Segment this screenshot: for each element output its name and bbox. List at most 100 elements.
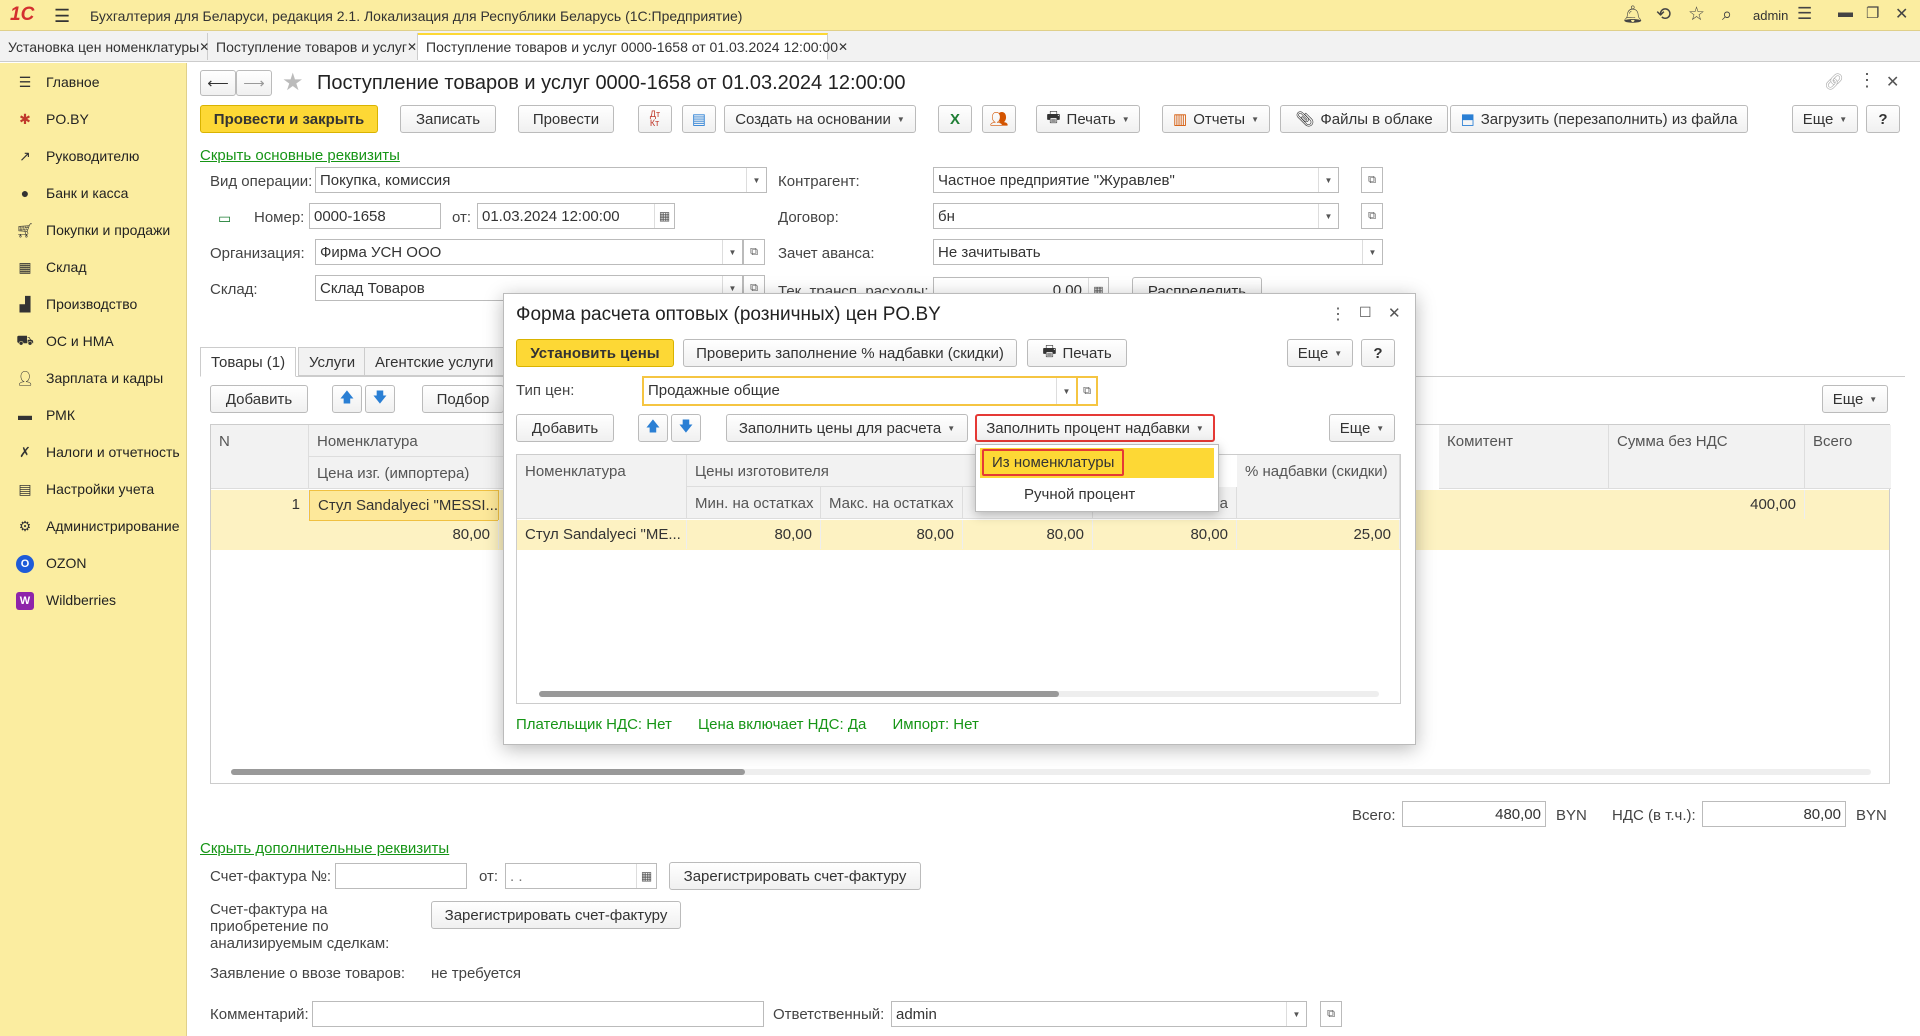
fill-prices-button[interactable]: Заполнить цены для расчета ▼: [726, 414, 968, 442]
chevron-down-icon[interactable]: ▼: [1286, 1002, 1306, 1026]
cloud-files-button[interactable]: 📎︎ Файлы в облаке: [1280, 105, 1448, 133]
close-icon[interactable]: ✕: [407, 40, 417, 54]
register-invoice-button[interactable]: Зарегистрировать счет-фактуру: [669, 862, 921, 890]
sidebar-item-poby[interactable]: ✱ PO.BY: [0, 104, 186, 134]
minimize-icon[interactable]: ▬: [1838, 4, 1853, 21]
chevron-down-icon[interactable]: ▼: [1318, 168, 1338, 192]
menu-item-from-nomenclature[interactable]: Из номенклатуры: [980, 448, 1214, 478]
sidebar-item-main[interactable]: ☰ Главное: [0, 67, 186, 97]
invoice-date-input[interactable]: . . ▦: [505, 863, 657, 889]
scrollbar-thumb[interactable]: [231, 769, 745, 775]
register-invoice-button-2[interactable]: Зарегистрировать счет-фактуру: [431, 901, 681, 929]
col-total[interactable]: Всего: [1805, 425, 1891, 489]
drow-c3[interactable]: 80,00: [963, 520, 1093, 549]
dialog-more-button-2[interactable]: Еще ▼: [1329, 414, 1395, 442]
move-down-icon[interactable]: 🡇: [365, 385, 395, 413]
sidebar-item-ozon[interactable]: O OZON: [0, 548, 186, 578]
chevron-down-icon[interactable]: ▼: [1318, 204, 1338, 228]
structure-icon[interactable]: ▤: [682, 105, 716, 133]
tab-services[interactable]: Услуги: [298, 347, 367, 376]
close-icon[interactable]: ✕: [838, 40, 848, 54]
check-fill-button[interactable]: Проверить заполнение % надбавки (скидки): [683, 339, 1017, 367]
load-from-file-button[interactable]: ⬒ Загрузить (перезаполнить) из файла: [1450, 105, 1748, 133]
link-icon[interactable]: 🔗︎: [1824, 72, 1844, 92]
calendar-icon[interactable]: ▦: [654, 204, 674, 228]
close-window-icon[interactable]: ✕: [1895, 4, 1908, 24]
row-maker-price[interactable]: 80,00: [309, 520, 499, 549]
dialog-more-vert-icon[interactable]: ⋮: [1330, 304, 1346, 324]
scrollbar-thumb[interactable]: [539, 691, 1059, 697]
dialog-close-icon[interactable]: ✕: [1388, 304, 1401, 322]
dialog-table-row[interactable]: Стул Sandalyeci "ME... 80,00 80,00 80,00…: [517, 520, 1400, 550]
open-counterparty-icon[interactable]: ⧉: [1361, 167, 1383, 193]
history-icon[interactable]: ⟲: [1656, 4, 1671, 25]
hide-main-details-link[interactable]: Скрыть основные реквизиты: [200, 147, 400, 164]
table-more-button[interactable]: Еще ▼: [1822, 385, 1888, 413]
open-org-icon[interactable]: ⧉: [743, 239, 765, 265]
drow-min[interactable]: 80,00: [687, 520, 821, 549]
search-icon[interactable]: ⌕: [1722, 4, 1732, 25]
open-price-type-icon[interactable]: ⧉: [1076, 376, 1098, 406]
drow-max[interactable]: 80,00: [821, 520, 963, 549]
sidebar-item-settings[interactable]: ▤ Настройки учета: [0, 474, 186, 504]
tab-receipt-doc[interactable]: Поступление товаров и услуг 0000-1658 от…: [418, 33, 848, 60]
tab-goods[interactable]: Товары (1): [200, 347, 297, 377]
chevron-down-icon[interactable]: ▼: [1056, 378, 1076, 404]
tab-agent-services[interactable]: Агентские услуги: [364, 347, 505, 376]
horizontal-scrollbar[interactable]: [231, 769, 1871, 775]
drow-c4[interactable]: 80,00: [1093, 520, 1237, 549]
sidebar-item-rmk[interactable]: ▬ РМК: [0, 400, 186, 430]
open-contract-icon[interactable]: ⧉: [1361, 203, 1383, 229]
dialog-more-button[interactable]: Еще ▼: [1287, 339, 1353, 367]
price-type-select[interactable]: Продажные общие ▼: [642, 376, 1078, 406]
restore-icon[interactable]: ❐: [1866, 4, 1879, 22]
dcol-nomenclature[interactable]: Номенклатура: [517, 455, 687, 519]
more-button[interactable]: Еще ▼: [1792, 105, 1858, 133]
chevron-down-icon[interactable]: ▼: [1362, 240, 1382, 264]
drow-percent[interactable]: 25,00: [1237, 520, 1400, 549]
tab-price-setup[interactable]: Установка цен номенклатуры ✕: [0, 33, 209, 60]
number-input[interactable]: 0000-1658: [309, 203, 441, 229]
drow-nomenclature[interactable]: Стул Sandalyeci "ME...: [517, 520, 687, 549]
more-vert-icon[interactable]: ⋮: [1858, 70, 1876, 91]
app-logo[interactable]: 1С: [10, 4, 34, 26]
hamburger-menu-icon[interactable]: ☰: [54, 6, 70, 27]
sidebar-item-warehouse[interactable]: ▦ Склад: [0, 252, 186, 282]
add-row-button[interactable]: Добавить: [210, 385, 308, 413]
col-sum-no-vat[interactable]: Сумма без НДС: [1609, 425, 1805, 489]
col-n[interactable]: N: [211, 425, 309, 489]
save-button[interactable]: Записать: [400, 105, 496, 133]
counterparty-select[interactable]: Частное предприятие "Журавлев" ▼: [933, 167, 1339, 193]
comment-input[interactable]: [312, 1001, 764, 1027]
reports-button[interactable]: ▥ Отчеты ▼: [1162, 105, 1270, 133]
open-responsible-icon[interactable]: ⧉: [1320, 1001, 1342, 1027]
close-doc-icon[interactable]: ✕: [1886, 72, 1899, 92]
chevron-down-icon[interactable]: ▼: [722, 240, 742, 264]
dt-kt-icon[interactable]: Дт Кт: [638, 105, 672, 133]
dialog-move-up-icon[interactable]: 🡅: [638, 414, 668, 442]
sidebar-item-bank[interactable]: ● Банк и касса: [0, 178, 186, 208]
dialog-maximize-icon[interactable]: ☐: [1359, 304, 1372, 321]
sidebar-item-sales[interactable]: 🛒︎ Покупки и продажи: [0, 215, 186, 245]
post-and-close-button[interactable]: Провести и закрыть: [200, 105, 378, 133]
col-committent[interactable]: Комитент: [1439, 425, 1609, 489]
excel-icon[interactable]: X: [938, 105, 972, 133]
op-type-select[interactable]: Покупка, комиссия ▼: [315, 167, 767, 193]
responsible-select[interactable]: admin ▼: [891, 1001, 1307, 1027]
row-sum-no-vat[interactable]: 400,00: [1609, 490, 1805, 519]
back-button[interactable]: ⟵: [200, 70, 236, 96]
dialog-add-button[interactable]: Добавить: [516, 414, 614, 442]
chevron-down-icon[interactable]: ▼: [746, 168, 766, 192]
row-nomenclature[interactable]: Стул Sandalyeci "MESSI...: [309, 490, 499, 521]
star-icon[interactable]: ☆: [1688, 3, 1705, 26]
help-button[interactable]: ?: [1866, 105, 1900, 133]
date-input[interactable]: 01.03.2024 12:00:00 ▦: [477, 203, 675, 229]
bell-icon[interactable]: 🔔︎: [1622, 5, 1644, 25]
edo-icon[interactable]: 👥︎: [982, 105, 1016, 133]
sidebar-item-production[interactable]: ▟ Производство: [0, 289, 186, 319]
hide-extra-details-link[interactable]: Скрыть дополнительные реквизиты: [200, 840, 449, 857]
invoice-number-input[interactable]: [335, 863, 467, 889]
sidebar-item-taxes[interactable]: ✗ Налоги и отчетность: [0, 437, 186, 467]
dcol-max[interactable]: Макс. на остатках: [821, 487, 963, 519]
favorite-star-icon[interactable]: ★: [282, 68, 304, 97]
